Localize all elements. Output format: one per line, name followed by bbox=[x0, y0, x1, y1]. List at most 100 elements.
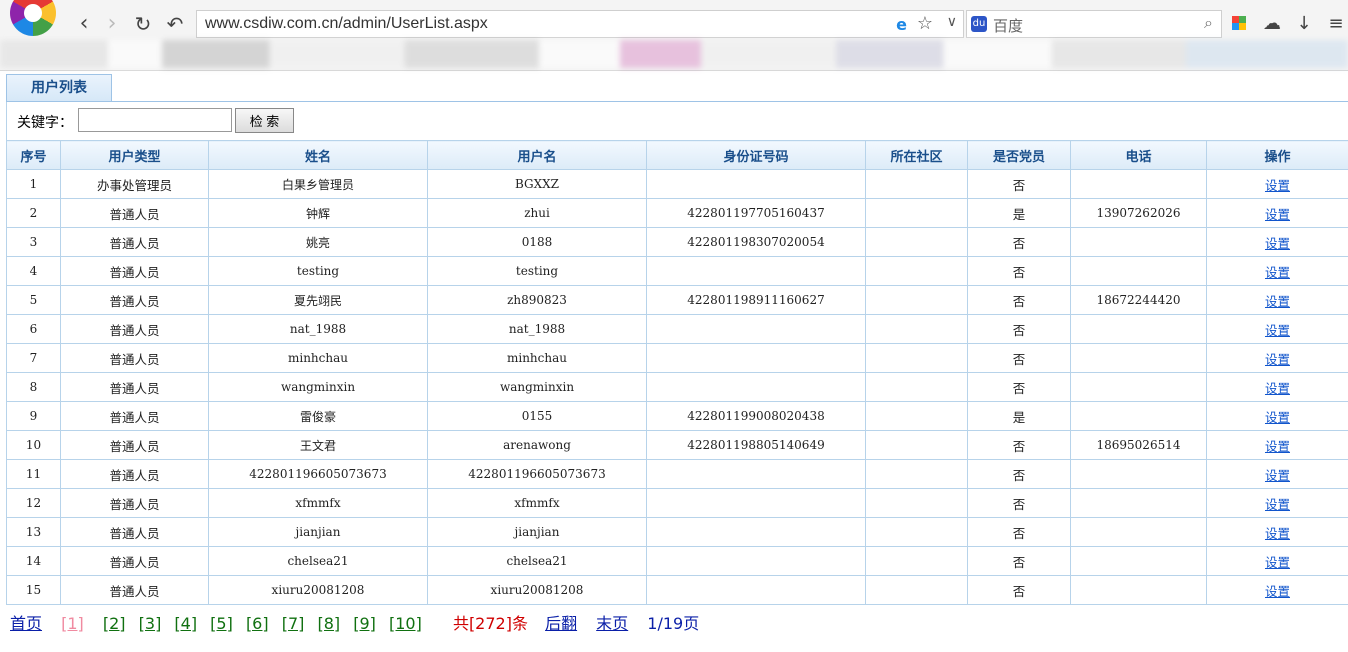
reload-icon[interactable]: ↻ bbox=[129, 10, 157, 38]
cell-party-member: 否 bbox=[967, 227, 1071, 257]
total-count: 共[272]条 bbox=[452, 614, 528, 633]
page-link-8[interactable]: [8] bbox=[317, 614, 340, 633]
search-button[interactable]: 检 索 bbox=[235, 108, 294, 133]
cell-username: zhui bbox=[427, 198, 647, 228]
cell-user-type: 普通人员 bbox=[60, 285, 209, 315]
page-link-5[interactable]: [5] bbox=[210, 614, 233, 633]
browser-search-box[interactable]: du 百度 ⌕ bbox=[966, 10, 1222, 38]
cell-index: 15 bbox=[6, 575, 61, 605]
next-pages-link[interactable]: 后翻 bbox=[545, 614, 577, 633]
settings-link[interactable]: 设置 bbox=[1265, 236, 1290, 251]
cell-user-type: 普通人员 bbox=[60, 459, 209, 489]
cell-name: testing bbox=[208, 256, 428, 286]
page-link-10[interactable]: [10] bbox=[389, 614, 422, 633]
back-icon[interactable]: ‹ bbox=[70, 10, 98, 38]
page-link-4[interactable]: [4] bbox=[174, 614, 197, 633]
settings-link[interactable]: 设置 bbox=[1265, 323, 1290, 338]
settings-link[interactable]: 设置 bbox=[1265, 178, 1290, 193]
cell-name: xfmmfx bbox=[208, 488, 428, 518]
settings-link[interactable]: 设置 bbox=[1265, 468, 1290, 483]
star-icon[interactable]: ☆ bbox=[917, 13, 933, 34]
table-header-row: 序号 用户类型 姓名 用户名 身份证号码 所在社区 是否党员 电话 操作 bbox=[6, 140, 1348, 170]
settings-link[interactable]: 设置 bbox=[1265, 207, 1290, 222]
cell-id-number bbox=[646, 256, 866, 286]
forward-icon[interactable]: › bbox=[98, 10, 126, 38]
cell-phone: 18672244420 bbox=[1070, 285, 1207, 315]
keyword-label: 关键字： bbox=[17, 115, 73, 131]
chevron-down-icon[interactable]: ∨ bbox=[947, 14, 957, 30]
cell-community bbox=[865, 343, 968, 373]
settings-link[interactable]: 设置 bbox=[1265, 294, 1290, 309]
settings-link[interactable]: 设置 bbox=[1265, 381, 1290, 396]
settings-link[interactable]: 设置 bbox=[1265, 497, 1290, 512]
last-page-link[interactable]: 末页 bbox=[596, 614, 628, 633]
cell-community bbox=[865, 314, 968, 344]
table-row: 7 普通人员 minhchau minhchau 否设置 bbox=[6, 343, 1348, 373]
address-bar[interactable]: www.csdiw.com.cn/admin/UserList.aspx e ☆… bbox=[196, 10, 964, 38]
cell-index: 4 bbox=[6, 256, 61, 286]
ie-compat-icon[interactable]: e bbox=[896, 15, 907, 34]
cell-action: 设置 bbox=[1206, 517, 1348, 547]
cell-user-type: 普通人员 bbox=[60, 575, 209, 605]
table-row: 10 普通人员 王文君 arenawong 422801198805140649 否 186… bbox=[6, 430, 1348, 460]
cell-name: nat_1988 bbox=[208, 314, 428, 344]
table-row: 1 办事处管理员 白果乡管理员 BGXXZ 否 设置 bbox=[6, 169, 1348, 199]
first-page-link[interactable]: 首页 bbox=[10, 614, 42, 633]
page-position: 1/19页 bbox=[647, 614, 700, 633]
settings-link[interactable]: 设置 bbox=[1265, 526, 1290, 541]
settings-link[interactable]: 设置 bbox=[1265, 584, 1290, 599]
page-link-3[interactable]: [3] bbox=[139, 614, 162, 633]
cell-id-number bbox=[646, 169, 866, 199]
cell-action: 设置 bbox=[1206, 314, 1348, 344]
settings-link[interactable]: 设置 bbox=[1265, 352, 1290, 367]
bookmarks-bar bbox=[0, 40, 1348, 68]
cell-party-member: 否 bbox=[967, 517, 1071, 547]
cell-user-type: 普通人员 bbox=[60, 546, 209, 576]
settings-link[interactable]: 设置 bbox=[1265, 410, 1290, 425]
settings-link[interactable]: 设置 bbox=[1265, 555, 1290, 570]
menu-icon[interactable]: ≡ bbox=[1323, 10, 1348, 38]
cell-party-member: 否 bbox=[967, 343, 1071, 373]
cell-action: 设置 bbox=[1206, 169, 1348, 199]
cell-id-number bbox=[646, 488, 866, 518]
header-actions: 操作 bbox=[1206, 140, 1348, 170]
search-placeholder: 百度 bbox=[993, 17, 1024, 35]
cell-name: wangminxin bbox=[208, 372, 428, 402]
undo-icon[interactable]: ↶ bbox=[161, 10, 189, 38]
header-user-type: 用户类型 bbox=[60, 140, 209, 170]
cell-name: 姚亮 bbox=[208, 227, 428, 257]
cell-user-type: 普通人员 bbox=[60, 488, 209, 518]
cell-phone bbox=[1070, 546, 1207, 576]
table-row: 5 普通人员 夏先翊民 zh890823 422801198911160627 否 1867… bbox=[6, 285, 1348, 315]
cell-phone: 18695026514 bbox=[1070, 430, 1207, 460]
keyword-input[interactable] bbox=[78, 108, 232, 132]
cell-community bbox=[865, 372, 968, 402]
cell-index: 1 bbox=[6, 169, 61, 199]
table-row: 2 普通人员 钟辉 zhui 422801197705160437 是 1390726202… bbox=[6, 198, 1348, 228]
page-link-9[interactable]: [9] bbox=[353, 614, 376, 633]
settings-link[interactable]: 设置 bbox=[1265, 265, 1290, 280]
cell-community bbox=[865, 459, 968, 489]
settings-link[interactable]: 设置 bbox=[1265, 439, 1290, 454]
page-link-7[interactable]: [7] bbox=[282, 614, 305, 633]
search-icon[interactable]: ⌕ bbox=[1204, 13, 1213, 33]
cell-action: 设置 bbox=[1206, 227, 1348, 257]
page-link-1[interactable]: [1] bbox=[61, 614, 84, 633]
table-row: 12 普通人员 xfmmfx xfmmfx 否设置 bbox=[6, 488, 1348, 518]
cell-id-number bbox=[646, 517, 866, 547]
cell-index: 13 bbox=[6, 517, 61, 547]
cell-party-member: 是 bbox=[967, 198, 1071, 228]
cell-id-number: 422801197705160437 bbox=[646, 198, 866, 228]
page-link-6[interactable]: [6] bbox=[246, 614, 269, 633]
cell-party-member: 否 bbox=[967, 488, 1071, 518]
tab-user-list[interactable]: 用户列表 bbox=[6, 74, 112, 101]
page-link-2[interactable]: [2] bbox=[103, 614, 126, 633]
table-row: 14 普通人员 chelsea21 chelsea21 否设置 bbox=[6, 546, 1348, 576]
browser-chrome: ‹ › ↻ ↶ www.csdiw.com.cn/admin/UserList.… bbox=[0, 0, 1348, 71]
cell-user-type: 普通人员 bbox=[60, 343, 209, 373]
apps-grid-icon[interactable] bbox=[1232, 16, 1246, 30]
cell-party-member: 否 bbox=[967, 546, 1071, 576]
cell-username: jianjian bbox=[427, 517, 647, 547]
download-icon[interactable]: ↓ bbox=[1291, 10, 1317, 38]
cloud-icon[interactable]: ☁ bbox=[1259, 10, 1285, 38]
